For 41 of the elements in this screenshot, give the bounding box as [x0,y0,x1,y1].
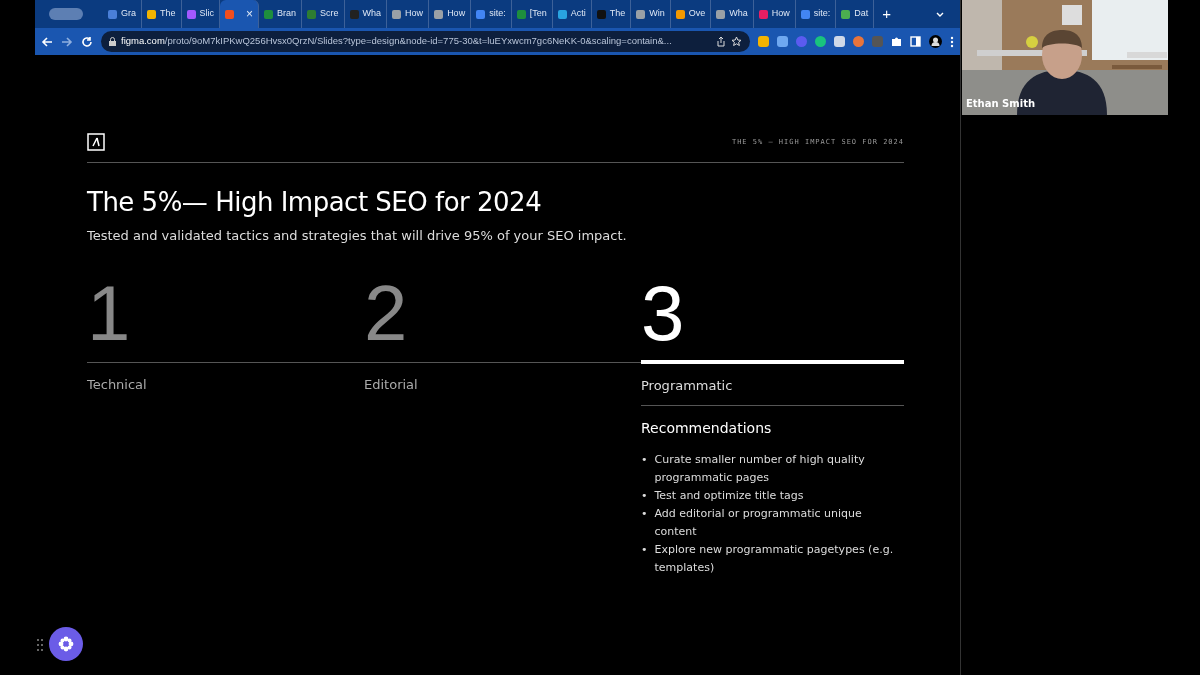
step-label: Editorial [364,375,419,394]
recommendations-heading: Recommendations [641,419,773,438]
forward-icon[interactable] [61,35,73,48]
extension-icon[interactable] [777,36,788,47]
slide-title: The 5%— High Impact SEO for 2024 [87,186,543,219]
logo-icon [87,133,105,151]
slide-subtitle: Tested and validated tactics and strategies that will drive 95% of your SEO impact. [87,227,628,245]
reload-icon[interactable] [81,35,93,48]
list-bullet: • [641,452,648,468]
close-icon[interactable]: × [246,5,254,23]
browser-tab[interactable]: × [220,0,260,28]
chevron-down-icon[interactable] [936,11,944,17]
step-label: Technical [87,375,148,394]
recommendation-item: Add editorial or programmatic unique content [654,506,863,540]
new-tab-icon[interactable]: + [882,2,892,26]
step-number: 1 [87,273,132,356]
recommendation-item: Explore new programmatic pagetypes (e.g. templates) [654,542,895,576]
tab-group[interactable] [49,8,83,20]
sidebar-icon[interactable] [910,36,921,47]
menu-icon[interactable] [950,35,954,48]
step-number: 2 [364,273,409,356]
assistant-button[interactable] [49,627,83,661]
star-icon[interactable] [731,36,742,47]
share-icon[interactable] [716,36,726,47]
drag-handle-icon[interactable] [37,639,43,651]
list-bullet: • [641,488,648,504]
avatar-icon[interactable] [929,35,942,48]
recommendation-item: Curate smaller number of high quality programmatic pages [654,452,866,486]
extension-icon[interactable] [758,36,769,47]
lock-icon [109,37,116,46]
back-icon[interactable] [41,35,53,48]
list-bullet: • [641,542,648,558]
step-number: 3 [641,273,686,356]
flower-icon [58,636,74,652]
step-label: Programmatic [641,376,734,395]
list-bullet: • [641,506,648,522]
recommendation-item: Test and optimize title tags [654,488,804,504]
extension-icon[interactable] [834,36,845,47]
participant-name: Ethan Smith [966,97,1036,111]
address-bar[interactable]: figma.com/proto/9oM7kIPKwQ256Hvsx0QrzN/Slides?type=design&node-id=775-30&t=luEYxwcm7gc6NeKK-0&scaling=contain&... [101,31,750,52]
extension-icon[interactable] [815,36,826,47]
